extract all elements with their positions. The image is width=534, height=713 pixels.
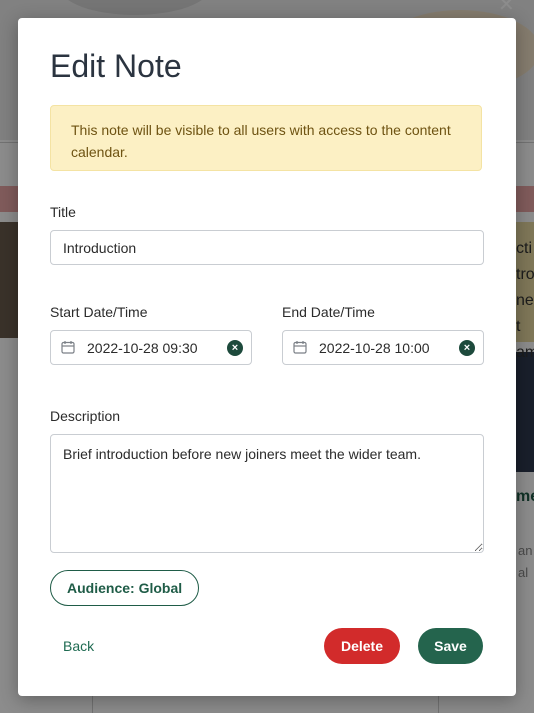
start-datetime-label: Start Date/Time bbox=[50, 304, 148, 320]
edit-note-modal: Edit Note This note will be visible to a… bbox=[18, 18, 516, 696]
calendar-icon bbox=[61, 341, 75, 354]
calendar-icon bbox=[293, 341, 307, 354]
save-button[interactable]: Save bbox=[418, 628, 483, 664]
title-label: Title bbox=[50, 204, 76, 220]
clear-icon[interactable]: × bbox=[227, 340, 243, 356]
end-datetime-field[interactable]: 2022-10-28 10:00 × bbox=[282, 330, 484, 365]
description-label: Description bbox=[50, 408, 121, 424]
description-textarea[interactable]: Brief introduction before new joiners me… bbox=[50, 434, 484, 553]
back-link[interactable]: Back bbox=[63, 638, 94, 654]
start-datetime-field[interactable]: 2022-10-28 09:30 × bbox=[50, 330, 252, 365]
end-datetime-value: 2022-10-28 10:00 bbox=[319, 340, 430, 356]
start-datetime-value: 2022-10-28 09:30 bbox=[87, 340, 198, 356]
title-input[interactable] bbox=[50, 230, 484, 265]
audience-button[interactable]: Audience: Global bbox=[50, 570, 200, 606]
visibility-notice: This note will be visible to all users w… bbox=[50, 105, 482, 171]
delete-button[interactable]: Delete bbox=[324, 628, 400, 664]
clear-icon[interactable]: × bbox=[459, 340, 475, 356]
modal-title: Edit Note bbox=[50, 48, 182, 84]
end-datetime-label: End Date/Time bbox=[282, 304, 375, 320]
